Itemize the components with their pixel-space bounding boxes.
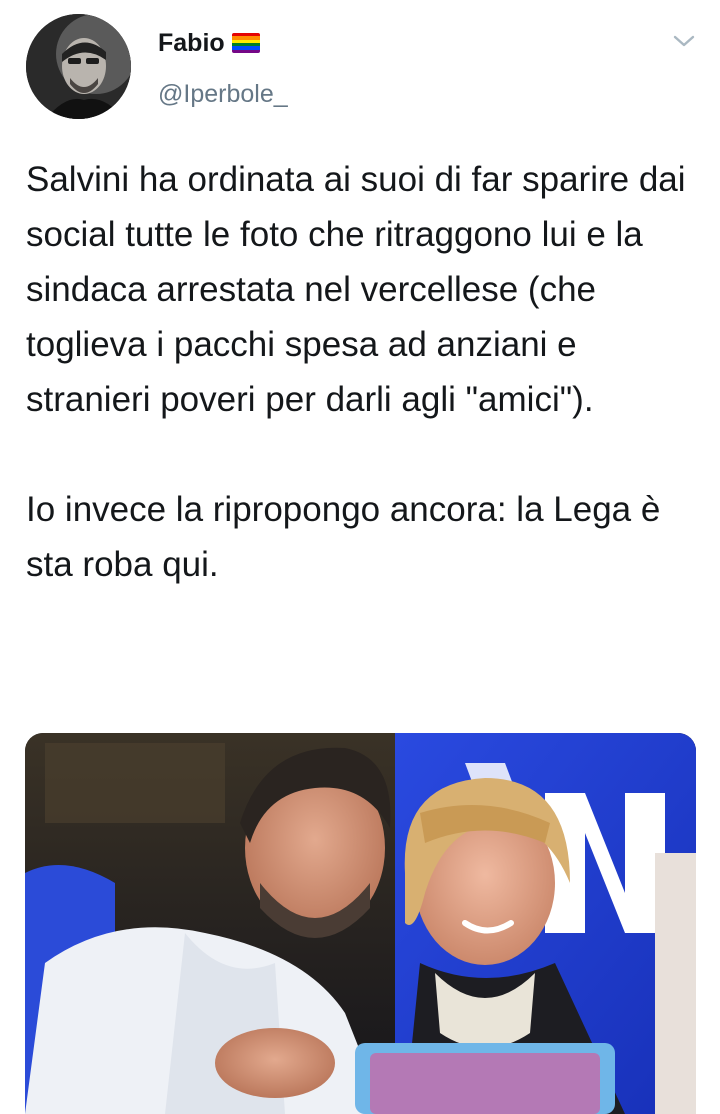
tweet-paragraph: Salvini ha ordinata ai suoi di far spari… (26, 160, 686, 419)
author-display-name[interactable]: Fabio (158, 29, 225, 58)
flag-stripe-purple (231, 49, 260, 53)
tweet-card: Fabio @Iperbole_ Salvini ha ordinata ai … (0, 0, 720, 1114)
photo-illustration (25, 733, 696, 1114)
avatar-photo (26, 14, 131, 119)
chevron-down-icon[interactable] (672, 32, 696, 50)
author-name-row[interactable]: Fabio (158, 26, 260, 60)
avatar[interactable] (26, 14, 131, 119)
tweet-text: Salvini ha ordinata ai suoi di far spari… (26, 152, 696, 592)
author-handle[interactable]: @Iperbole_ (158, 80, 288, 109)
tweet-paragraph: Io invece la ripropongo ancora: la Lega … (26, 490, 661, 584)
tweet-photo[interactable] (25, 733, 696, 1114)
rainbow-flag-icon (231, 33, 260, 53)
